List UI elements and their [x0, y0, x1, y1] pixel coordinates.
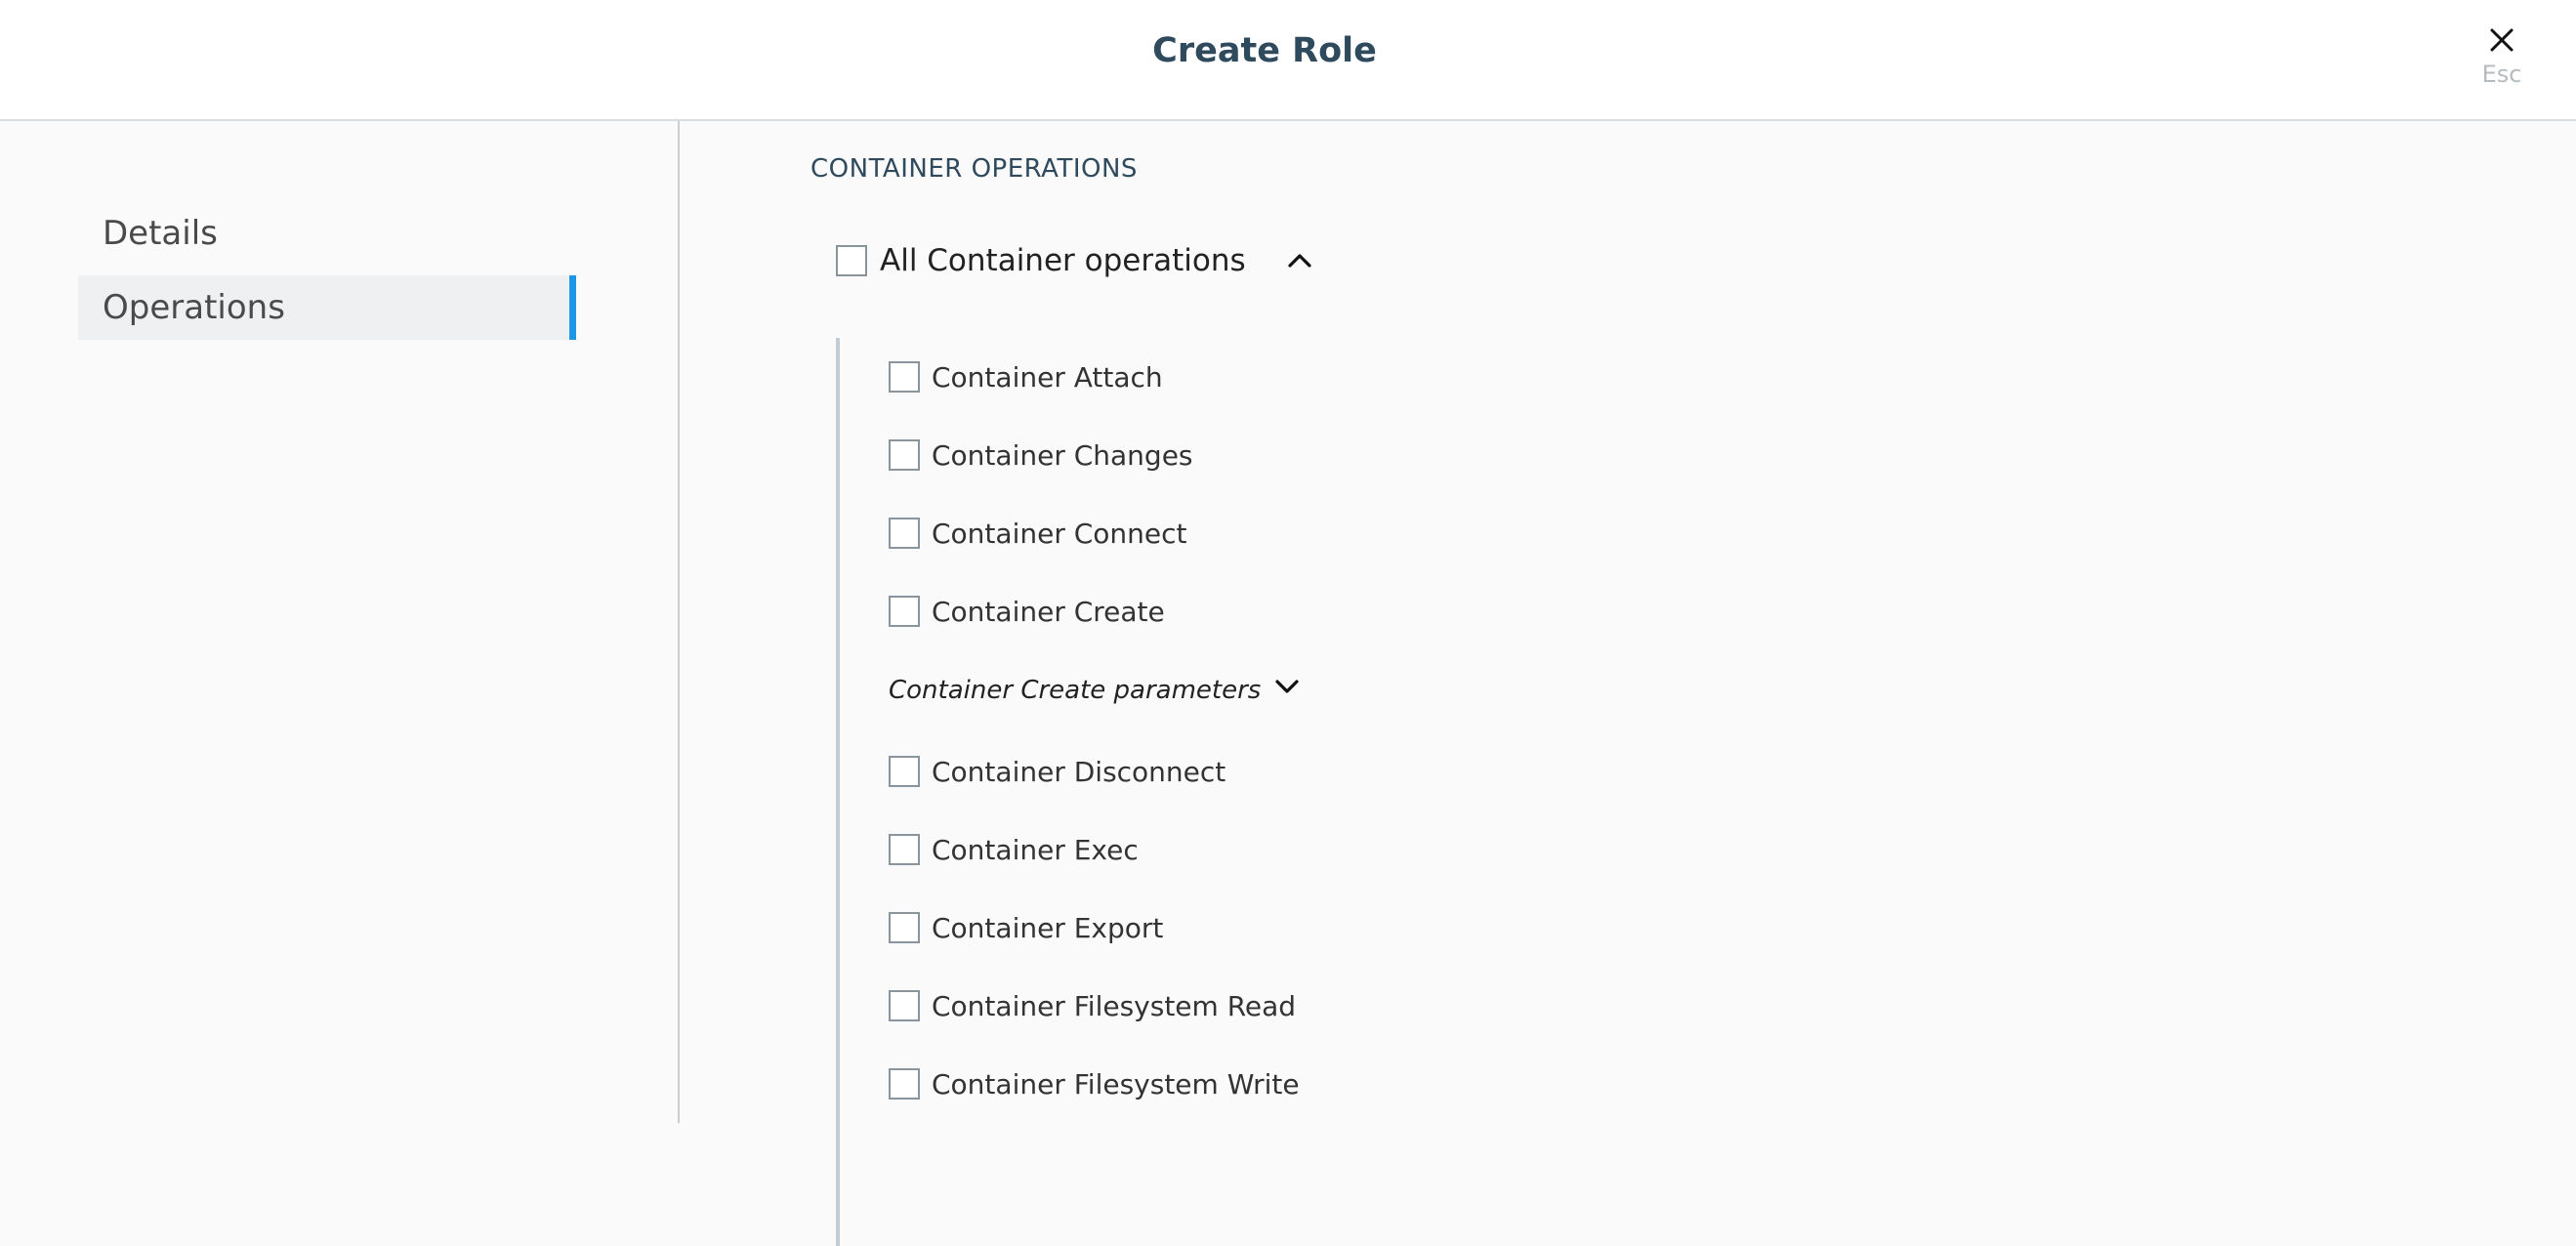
operation-label: Container Attach [932, 360, 1163, 394]
operation-label: Container Disconnect [932, 755, 1226, 788]
group-collapse-toggle[interactable] [1287, 252, 1312, 270]
sidebar-item-details[interactable]: Details [78, 201, 576, 266]
close-icon [2490, 28, 2514, 52]
main-content: CONTAINER OPERATIONS All Container opera… [681, 121, 2576, 1246]
operation-checkbox[interactable] [889, 518, 920, 549]
page-title: Create Role [1152, 31, 1377, 70]
operation-row: Container Exec [889, 810, 1300, 889]
create-parameters-label: Container Create parameters [889, 676, 1262, 705]
operation-checkbox[interactable] [889, 439, 920, 471]
operation-checkbox[interactable] [889, 912, 920, 943]
operation-row: Container Changes [889, 416, 1300, 494]
operation-label: Container Filesystem Write [932, 1067, 1300, 1101]
operation-row: Container Export [889, 889, 1300, 967]
chevron-down-icon [1275, 680, 1299, 693]
operation-label: Container Create [932, 595, 1165, 628]
operation-row: Container Disconnect [889, 732, 1300, 810]
operation-row: Container Filesystem Read [889, 967, 1300, 1045]
group-row: All Container operations [836, 238, 1312, 283]
operation-checkbox[interactable] [889, 990, 920, 1021]
esc-hint: Esc [2481, 61, 2522, 88]
operation-checkbox[interactable] [889, 756, 920, 787]
operation-label: Container Exec [932, 833, 1139, 866]
operation-checkbox[interactable] [889, 834, 920, 865]
operation-label: Container Export [932, 911, 1164, 944]
operation-row: Container Attach [889, 338, 1300, 416]
operation-row: Container Filesystem Write [889, 1045, 1300, 1123]
chevron-up-icon [1288, 254, 1311, 268]
group-label: All Container operations [880, 243, 1246, 278]
operation-label: Container Connect [932, 517, 1187, 550]
operation-checkbox[interactable] [889, 596, 920, 627]
sidebar-item-operations[interactable]: Operations [78, 275, 576, 340]
section-heading: CONTAINER OPERATIONS [810, 154, 1138, 184]
operation-label: Container Changes [932, 438, 1193, 472]
operation-label: Container Filesystem Read [932, 989, 1297, 1022]
all-operations-checkbox[interactable] [836, 245, 867, 276]
operation-row: Container Create [889, 572, 1300, 650]
create-parameters-toggle[interactable]: Container Create parameters [889, 650, 1300, 730]
operations-list: Container Attach Container Changes Conta… [836, 338, 1300, 1246]
sidebar: Details Operations [0, 121, 680, 1123]
operation-checkbox[interactable] [889, 361, 920, 393]
operation-row: Container Connect [889, 494, 1300, 572]
modal-header: Create Role Esc [0, 0, 2576, 121]
operation-checkbox[interactable] [889, 1068, 920, 1100]
close-button[interactable]: Esc [2471, 18, 2533, 96]
